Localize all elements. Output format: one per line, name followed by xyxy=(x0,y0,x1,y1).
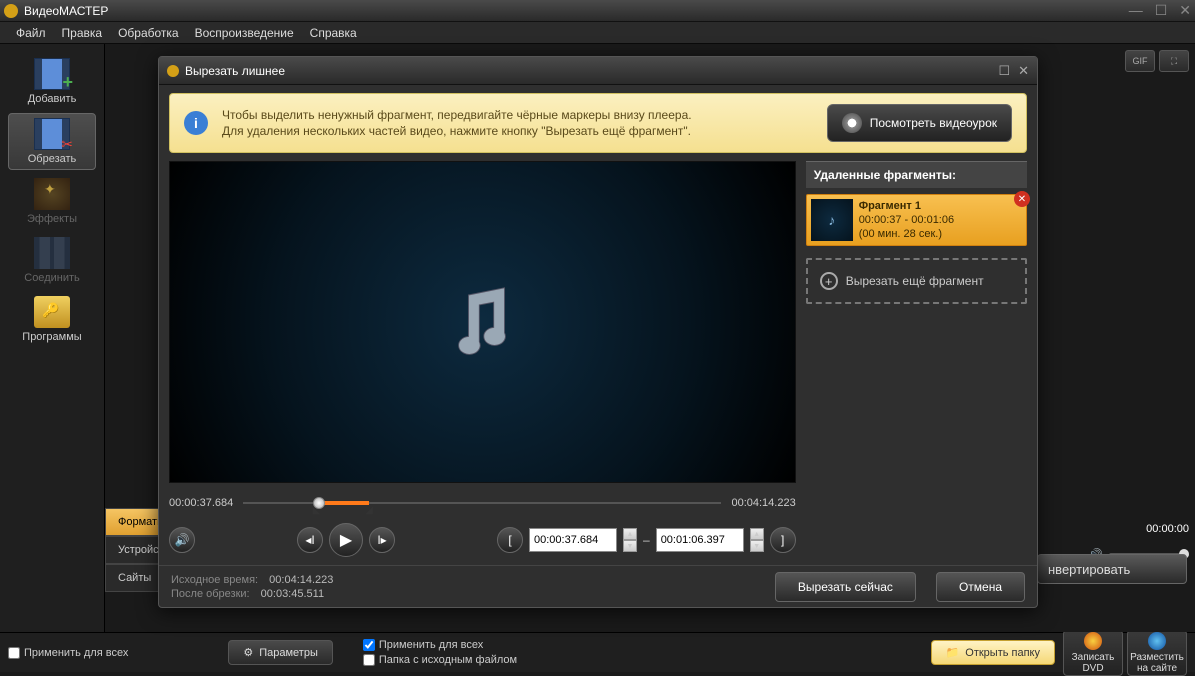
player-screen xyxy=(169,161,796,483)
dialog-hint: i Чтобы выделить ненужный фрагмент, пере… xyxy=(169,93,1027,153)
sidebar-item-programs[interactable]: Программы xyxy=(8,292,96,347)
sidebar-item-add[interactable]: Добавить xyxy=(8,54,96,109)
minimize-button[interactable]: — xyxy=(1129,2,1143,19)
cancel-button[interactable]: Отмена xyxy=(936,572,1025,602)
close-button[interactable]: ✕ xyxy=(1179,2,1191,19)
menu-playback[interactable]: Воспроизведение xyxy=(187,26,302,40)
fragment-info: Фрагмент 1 00:00:37 - 00:01:06 (00 мин. … xyxy=(859,199,954,241)
cut-now-button[interactable]: Вырезать сейчас xyxy=(775,572,916,602)
sidebar-label: Обрезать xyxy=(28,153,77,165)
app-titlebar: ВидеоМАСТЕР — ☐ ✕ xyxy=(0,0,1195,22)
params-button[interactable]: ⚙ Параметры xyxy=(228,640,333,665)
cut-dialog: Вырезать лишнее ☐ ✕ i Чтобы выделить нен… xyxy=(158,56,1038,608)
dialog-title: Вырезать лишнее xyxy=(185,64,998,78)
fragment-thumb-icon: ♪ xyxy=(811,199,853,241)
range-dash: – xyxy=(643,533,650,547)
folder-icon: 📁 xyxy=(946,646,960,659)
music-note-icon xyxy=(437,277,527,367)
sidebar-label: Программы xyxy=(22,331,81,343)
add-fragment-button[interactable]: + Вырезать ещё фрагмент xyxy=(806,258,1027,304)
sidebar-item-effects: Эффекты xyxy=(8,174,96,229)
hint-text: Чтобы выделить ненужный фрагмент, передв… xyxy=(222,107,813,139)
watch-tutorial-button[interactable]: Посмотреть видеоурок xyxy=(827,104,1012,142)
fullscreen-button[interactable]: ⛶ xyxy=(1159,50,1189,72)
hint-info-icon: i xyxy=(184,111,208,135)
src-folder-checkbox[interactable] xyxy=(363,654,375,666)
preview-time: 00:00:00 xyxy=(1146,523,1189,535)
programs-icon xyxy=(34,296,70,328)
main-menu: Файл Правка Обработка Воспроизведение Сп… xyxy=(0,22,1195,44)
apply-all-checkbox-1[interactable] xyxy=(8,647,20,659)
menu-process[interactable]: Обработка xyxy=(110,26,187,40)
bottom-options: Применить для всех Папка с исходным файл… xyxy=(363,639,517,666)
mute-button[interactable]: 🔊 xyxy=(169,527,195,553)
dialog-footer: Исходное время: 00:04:14.223 После обрез… xyxy=(159,565,1037,607)
app-logo-icon xyxy=(4,4,18,18)
range-end-spinner[interactable]: ▲▼ xyxy=(750,528,764,552)
gif-button[interactable]: GIF xyxy=(1125,50,1155,72)
sidebar-label: Соединить xyxy=(24,272,80,284)
deleted-fragments-panel: Удаленные фрагменты: ♪ Фрагмент 1 00:00:… xyxy=(806,161,1027,557)
bottom-bar: Применить для всех ⚙ Параметры Применить… xyxy=(0,632,1195,672)
dialog-close-button[interactable]: ✕ xyxy=(1018,63,1029,79)
prev-frame-button[interactable]: ◂I xyxy=(297,527,323,553)
convert-button[interactable]: нвертировать xyxy=(1037,554,1187,584)
mark-start-button[interactable]: [ xyxy=(497,527,523,553)
convert-label: нвертировать xyxy=(1048,562,1130,577)
timeline-row: 00:00:37.684 ◣ ◢ 00:04:14.223 xyxy=(169,493,796,513)
top-right-buttons: GIF ⛶ xyxy=(1125,50,1189,72)
dialog-times: Исходное время: 00:04:14.223 После обрез… xyxy=(171,573,755,601)
window-controls: — ☐ ✕ xyxy=(1129,2,1191,19)
maximize-button[interactable]: ☐ xyxy=(1155,2,1168,19)
fragment-item[interactable]: ♪ Фрагмент 1 00:00:37 - 00:01:06 (00 мин… xyxy=(806,194,1027,246)
fragment-name: Фрагмент 1 xyxy=(859,199,954,213)
range-start-input[interactable] xyxy=(529,528,617,552)
play-button[interactable]: ▶ xyxy=(329,523,363,557)
menu-edit[interactable]: Правка xyxy=(54,26,111,40)
sidebar-item-join: Соединить xyxy=(8,233,96,288)
film-add-icon xyxy=(34,58,70,90)
timeline[interactable]: ◣ ◢ xyxy=(243,493,721,513)
player: 00:00:37.684 ◣ ◢ 00:04:14.223 🔊 ◂I ▶ I▸ … xyxy=(169,161,796,557)
sidebar-item-cut[interactable]: Обрезать xyxy=(8,113,96,170)
app-title: ВидеоМАСТЕР xyxy=(24,4,1129,18)
marker-right-icon[interactable]: ◢ xyxy=(365,505,373,516)
next-frame-button[interactable]: I▸ xyxy=(369,527,395,553)
menu-help[interactable]: Справка xyxy=(302,26,365,40)
sidebar-label: Эффекты xyxy=(27,213,77,225)
apply-all-2[interactable]: Применить для всех xyxy=(363,639,517,651)
eye-icon xyxy=(842,113,862,133)
film-cut-icon xyxy=(34,118,70,150)
fragment-range: 00:00:37 - 00:01:06 xyxy=(859,213,954,227)
fragment-duration: (00 мин. 28 сек.) xyxy=(859,227,954,241)
plus-icon: + xyxy=(820,272,838,290)
effects-icon xyxy=(34,178,70,210)
dialog-titlebar: Вырезать лишнее ☐ ✕ xyxy=(159,57,1037,85)
marker-left-icon[interactable]: ◣ xyxy=(313,505,321,516)
src-folder-option[interactable]: Папка с исходным файлом xyxy=(363,654,517,666)
left-sidebar: Добавить Обрезать Эффекты Соединить Прог… xyxy=(0,44,105,632)
apply-all-1[interactable]: Применить для всех xyxy=(8,647,128,659)
fragment-remove-button[interactable]: ✕ xyxy=(1014,191,1030,207)
dialog-window-controls: ☐ ✕ xyxy=(998,63,1029,79)
gear-icon: ⚙ xyxy=(243,646,253,659)
join-icon xyxy=(34,237,70,269)
time-total: 00:04:14.223 xyxy=(731,497,795,509)
player-controls: 🔊 ◂I ▶ I▸ [ ▲▼ – ▲▼ ] xyxy=(169,523,796,557)
menu-file[interactable]: Файл xyxy=(8,26,54,40)
dialog-maximize-button[interactable]: ☐ xyxy=(998,63,1010,79)
open-folder-button[interactable]: 📁 Открыть папку xyxy=(931,640,1055,665)
fragments-heading: Удаленные фрагменты: xyxy=(806,161,1027,188)
range-start-spinner[interactable]: ▲▼ xyxy=(623,528,637,552)
range-end-input[interactable] xyxy=(656,528,744,552)
dialog-logo-icon xyxy=(167,65,179,77)
sidebar-label: Добавить xyxy=(28,93,77,105)
apply-all-checkbox-2[interactable] xyxy=(363,639,375,651)
mark-end-button[interactable]: ] xyxy=(770,527,796,553)
time-current: 00:00:37.684 xyxy=(169,497,233,509)
